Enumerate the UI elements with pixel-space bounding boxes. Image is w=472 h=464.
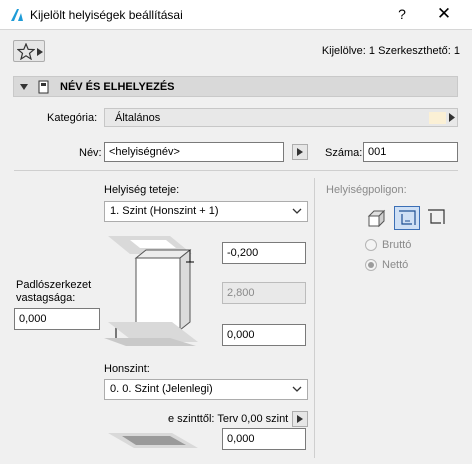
nev-label: Név: [79, 147, 102, 159]
netto-label: Nettó [382, 259, 409, 271]
selection-summary: Kijelölve: 1 Szerkeszthető: 1 [321, 45, 460, 57]
brutto-label: Bruttó [382, 239, 412, 251]
section-title: NÉV ÉS ELHELYEZÉS [60, 81, 175, 93]
triangle-right-icon [297, 415, 303, 423]
nev-input[interactable]: <helyiségnév> [104, 142, 284, 162]
chevron-down-icon [292, 208, 302, 214]
teteje-dropdown[interactable]: 1. Szint (Honszint + 1) [104, 201, 308, 222]
star-icon [17, 43, 35, 60]
triangle-right-icon [37, 48, 43, 56]
room-net-icon [399, 210, 416, 225]
favorites-button[interactable] [13, 40, 45, 62]
padlo-input[interactable]: 0,000 [14, 308, 100, 330]
kategoria-label: Kategória: [47, 112, 98, 124]
triangle-right-icon [297, 148, 303, 156]
honszint-dropdown[interactable]: 0. 0. Szint (Jelenlegi) [104, 379, 308, 400]
top-offset-input[interactable]: -0,200 [222, 242, 306, 264]
room-3d-icon [367, 209, 386, 228]
szinttol-options-button[interactable] [292, 411, 308, 427]
szinttol-input[interactable]: 0,000 [222, 428, 306, 450]
teteje-value: 1. Szint (Honszint + 1) [110, 205, 219, 217]
window-title: Kijelölt helyiségek beállításai [30, 8, 183, 22]
szinttol-label: e szinttől: Terv 0,00 szint [168, 413, 289, 425]
teteje-label: Helyiség teteje: [104, 184, 180, 196]
szama-label: Száma: [325, 147, 363, 159]
kategoria-dropdown[interactable]: Általános [104, 108, 458, 127]
divider-vertical [314, 178, 315, 458]
archicad-app-icon [11, 9, 23, 21]
szama-input[interactable]: 001 [363, 142, 458, 162]
name-tag-icon [38, 80, 49, 94]
polygon-label: Helyiségpoligon: [326, 184, 407, 196]
triangle-right-icon [449, 113, 455, 122]
room-gross-icon [428, 209, 445, 224]
polygon-3d-button[interactable] [364, 206, 390, 230]
title-bar: Kijelölt helyiségek beállításai ? ✕ [0, 0, 472, 30]
section-header[interactable]: NÉV ÉS ELHELYEZÉS [13, 76, 458, 97]
polygon-net-button[interactable] [394, 206, 420, 230]
kategoria-value: Általános [115, 112, 161, 124]
polygon-gross-button[interactable] [424, 206, 450, 230]
collapse-arrow-icon[interactable] [20, 84, 28, 90]
honszint-label: Honszint: [104, 363, 150, 375]
height-input: 2,800 [222, 282, 306, 304]
honszint-value: 0. 0. Szint (Jelenlegi) [110, 383, 213, 395]
bottom-offset-input[interactable]: 0,000 [222, 324, 306, 346]
divider [14, 170, 458, 171]
chevron-down-icon [292, 386, 302, 392]
kategoria-color-swatch [429, 112, 446, 124]
netto-radio[interactable] [365, 259, 377, 271]
help-button[interactable]: ? [392, 6, 412, 22]
nev-options-button[interactable] [292, 144, 308, 160]
room-height-diagram [104, 236, 198, 448]
padlo-label-line1: Padlószerkezet [16, 279, 92, 291]
padlo-label-line2: vastagsága: [16, 292, 76, 304]
close-button[interactable]: ✕ [434, 4, 454, 24]
brutto-radio[interactable] [365, 239, 377, 251]
